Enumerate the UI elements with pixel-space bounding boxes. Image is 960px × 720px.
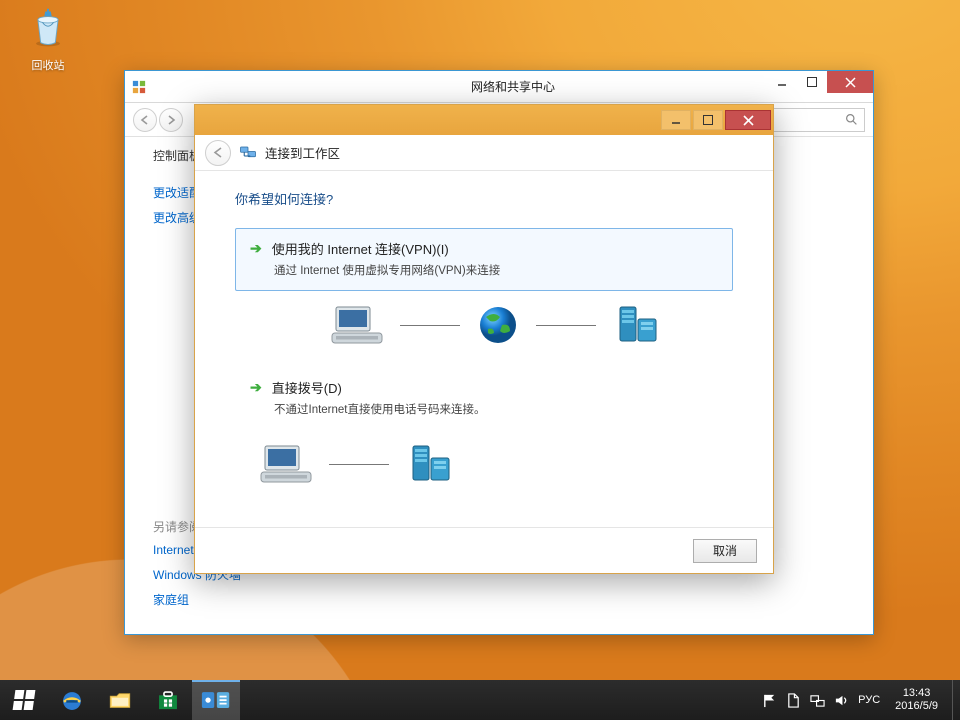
globe-icon xyxy=(476,303,520,347)
network-tray-icon[interactable] xyxy=(810,693,825,708)
option-dialup[interactable]: ➔ 直接拨号(D) 不通过Internet直接使用电话号码来连接。 xyxy=(235,367,733,430)
cancel-button[interactable]: 取消 xyxy=(693,539,757,563)
search-icon xyxy=(845,113,858,126)
taskbar-store[interactable] xyxy=(144,680,192,720)
wizard-maximize-button[interactable] xyxy=(693,110,723,130)
taskbar-ie[interactable] xyxy=(48,680,96,720)
control-panel-icon xyxy=(201,689,231,713)
server-icon xyxy=(612,303,662,347)
computer-icon xyxy=(259,442,313,486)
wizard-title: 连接到工作区 xyxy=(265,143,340,162)
recycle-bin-desktop-icon[interactable]: 回收站 xyxy=(18,6,78,73)
tray-clock[interactable]: 13:43 2016/5/9 xyxy=(889,687,944,713)
option-vpn-desc: 通过 Internet 使用虚拟专用网络(VPN)来连接 xyxy=(274,262,718,278)
taskbar-explorer[interactable] xyxy=(96,680,144,720)
tray-time: 13:43 xyxy=(895,687,938,700)
windows-logo-icon xyxy=(13,690,36,710)
flag-icon[interactable] xyxy=(762,693,777,708)
start-button[interactable] xyxy=(0,680,48,720)
wizard-close-button[interactable] xyxy=(725,110,771,130)
wizard-titlebar[interactable] xyxy=(195,105,773,135)
parent-titlebar[interactable]: 网络和共享中心 xyxy=(125,71,873,103)
maximize-icon xyxy=(807,77,817,87)
link-homegroup[interactable]: 家庭组 xyxy=(153,591,241,608)
parent-maximize-button[interactable] xyxy=(797,71,827,93)
tray-date: 2016/5/9 xyxy=(895,700,938,713)
wizard-header: 连接到工作区 xyxy=(195,135,773,171)
connector-line xyxy=(536,325,596,326)
ie-icon xyxy=(59,688,85,714)
arrow-right-icon xyxy=(166,115,176,125)
close-icon xyxy=(743,115,754,126)
maximize-icon xyxy=(703,115,713,125)
show-desktop-button[interactable] xyxy=(952,680,960,720)
action-center-icon[interactable] xyxy=(786,693,801,708)
computer-icon xyxy=(330,303,384,347)
recycle-bin-label: 回收站 xyxy=(18,57,78,73)
connector-line xyxy=(400,325,460,326)
recycle-bin-icon xyxy=(26,6,70,50)
close-icon xyxy=(845,77,856,88)
taskbar-control-panel[interactable] xyxy=(192,680,240,720)
wizard-back-button[interactable] xyxy=(205,140,231,166)
connector-line xyxy=(329,464,389,465)
wizard-footer: 取消 xyxy=(195,527,773,573)
wizard-minimize-button[interactable] xyxy=(661,110,691,130)
parent-app-icon xyxy=(125,80,153,94)
taskbar[interactable]: РУС 13:43 2016/5/9 xyxy=(0,680,960,720)
parent-minimize-button[interactable] xyxy=(767,71,797,93)
server-icon xyxy=(405,442,455,486)
parent-title: 网络和共享中心 xyxy=(153,78,873,95)
parent-close-button[interactable] xyxy=(827,71,873,93)
store-icon xyxy=(155,688,181,714)
taskbar-pinned xyxy=(48,680,240,720)
bullet-arrow-icon: ➔ xyxy=(250,240,262,257)
option-vpn-title: 使用我的 Internet 连接(VPN)(I) xyxy=(272,239,449,258)
vpn-diagram xyxy=(259,303,733,347)
folder-icon xyxy=(107,688,133,714)
arrow-left-icon xyxy=(140,115,150,125)
option-vpn[interactable]: ➔ 使用我的 Internet 连接(VPN)(I) 通过 Internet 使… xyxy=(235,228,733,291)
wizard-body: 你希望如何连接? ➔ 使用我的 Internet 连接(VPN)(I) 通过 I… xyxy=(195,171,773,486)
dialup-diagram xyxy=(259,442,733,486)
nav-back-button[interactable] xyxy=(133,108,157,132)
network-icon xyxy=(239,144,257,162)
ime-indicator[interactable]: РУС xyxy=(858,694,880,706)
arrow-left-icon xyxy=(213,147,224,158)
nav-forward-button[interactable] xyxy=(159,108,183,132)
wizard-heading: 你希望如何连接? xyxy=(235,189,733,208)
option-dialup-title: 直接拨号(D) xyxy=(272,378,342,397)
bullet-arrow-icon: ➔ xyxy=(250,379,262,396)
connect-workplace-wizard: 连接到工作区 你希望如何连接? ➔ 使用我的 Internet 连接(VPN)(… xyxy=(194,104,774,574)
volume-icon[interactable] xyxy=(834,693,849,708)
option-dialup-desc: 不通过Internet直接使用电话号码来连接。 xyxy=(274,401,718,417)
system-tray: РУС 13:43 2016/5/9 xyxy=(754,680,952,720)
